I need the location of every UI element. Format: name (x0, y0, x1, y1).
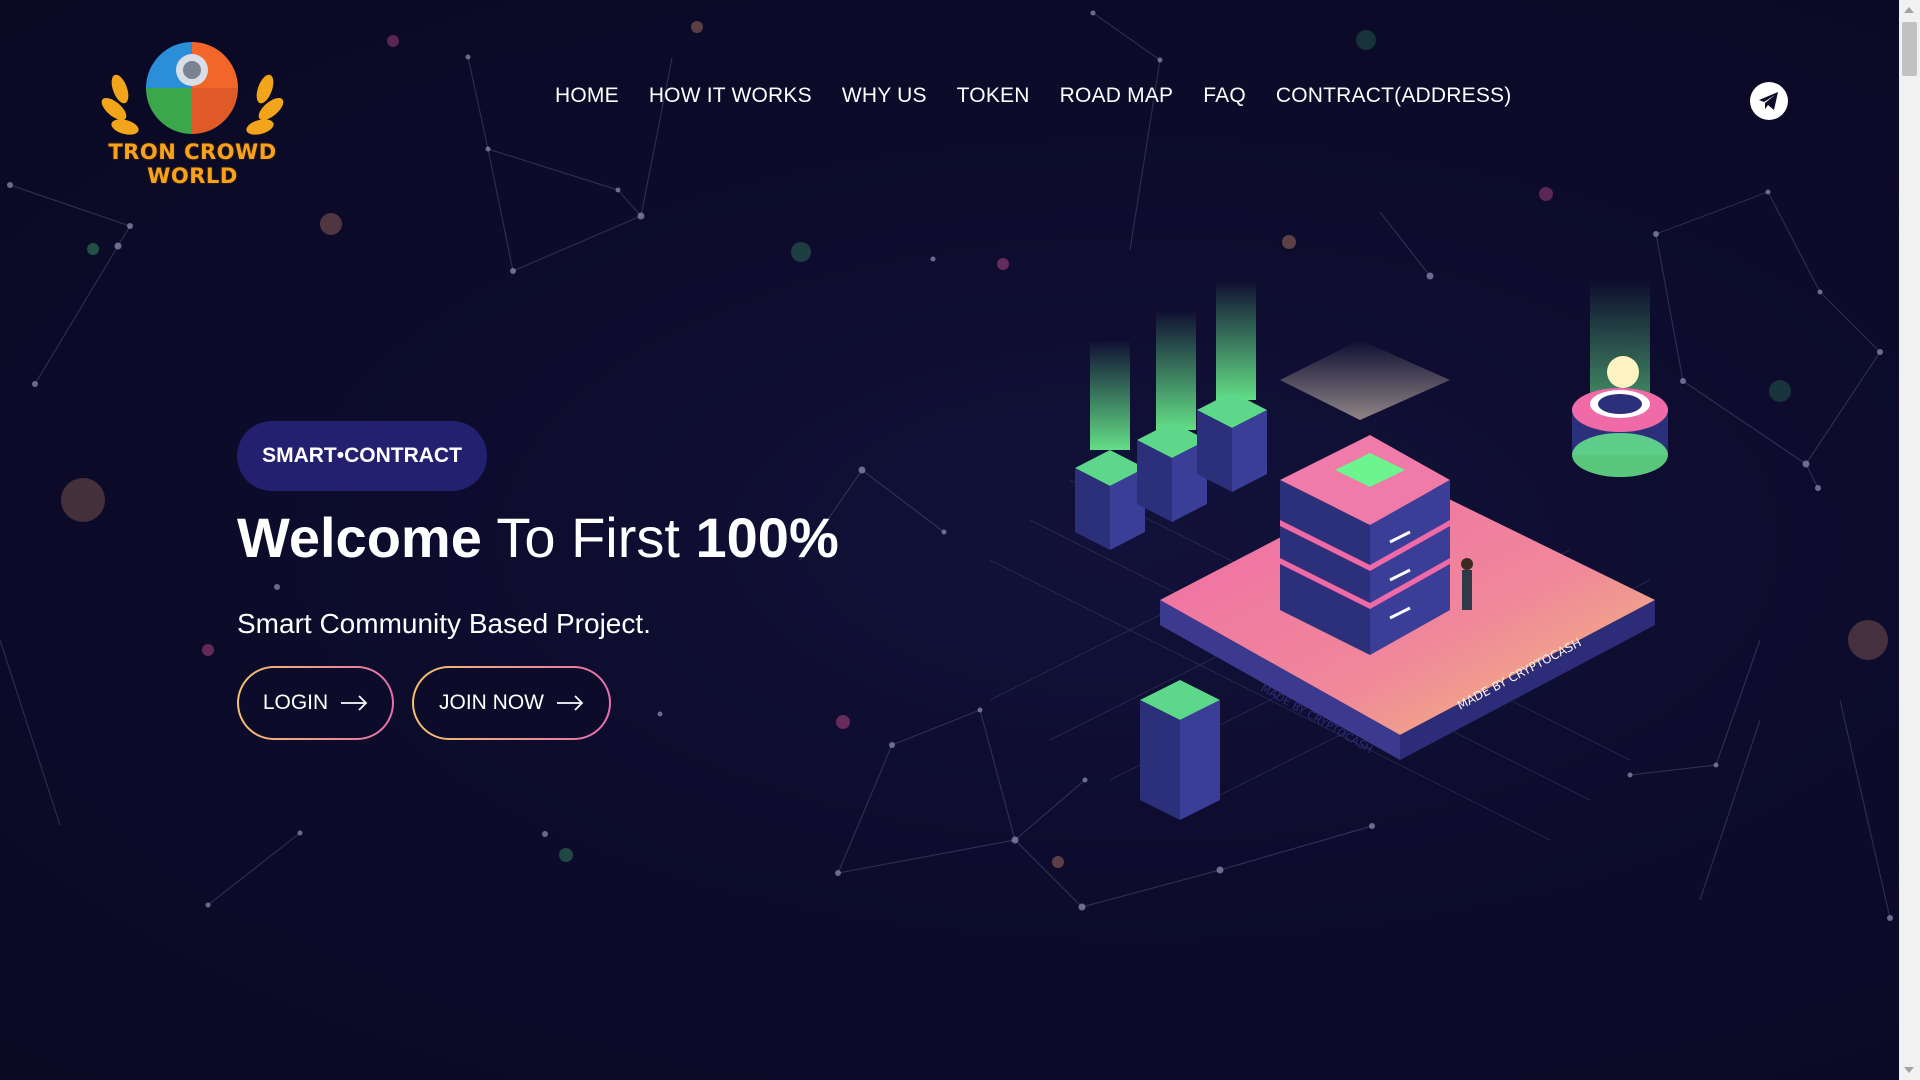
scrollbar-thumb[interactable] (1902, 22, 1917, 76)
nav-faq[interactable]: FAQ (1203, 84, 1246, 108)
arrow-right-icon (557, 695, 584, 711)
nav-token[interactable]: TOKEN (957, 84, 1030, 108)
hero-subtitle: Smart Community Based Project. (237, 608, 651, 639)
hero-title-middle: To First (481, 506, 696, 569)
page-scrollbar[interactable] (1899, 0, 1920, 1080)
site-logo[interactable]: TRON CROWD WORLD (80, 34, 305, 188)
nav-how-it-works[interactable]: HOW IT WORKS (649, 84, 812, 108)
nav-home[interactable]: HOME (555, 84, 619, 108)
hero-title-welcome: Welcome (237, 506, 482, 569)
main-nav: HOME HOW IT WORKS WHY US TOKEN ROAD MAP … (555, 84, 1511, 108)
smart-contract-badge: SMART•CONTRACT (237, 421, 487, 491)
isometric-blockchain-illustration: MADE BY CRYPTOCASH MADE BY CRYPTOCASH (990, 280, 1668, 840)
hero-title-percent: 100% (695, 506, 839, 569)
join-now-button[interactable]: JOIN NOW (412, 666, 611, 740)
page: TRON CROWD WORLD HOME HOW IT WORKS WHY U… (0, 0, 1899, 1080)
login-button-label: LOGIN (262, 691, 329, 714)
scroll-down-arrow-icon[interactable] (1904, 1067, 1914, 1073)
join-now-button-label: JOIN NOW (439, 691, 544, 714)
crest-logo-icon (101, 42, 284, 135)
telegram-icon (1759, 92, 1778, 110)
nav-road-map[interactable]: ROAD MAP (1060, 84, 1174, 108)
nav-why-us[interactable]: WHY US (842, 84, 927, 108)
logo-text: TRON CROWD WORLD (108, 140, 277, 188)
scroll-up-arrow-icon[interactable] (1904, 7, 1914, 13)
arrow-right-icon (341, 695, 368, 711)
telegram-button[interactable] (1750, 82, 1788, 120)
nav-contract-address[interactable]: CONTRACT(ADDRESS) (1276, 84, 1512, 108)
hero-title: Welcome To First 100% (237, 505, 839, 570)
login-button[interactable]: LOGIN (237, 666, 394, 740)
